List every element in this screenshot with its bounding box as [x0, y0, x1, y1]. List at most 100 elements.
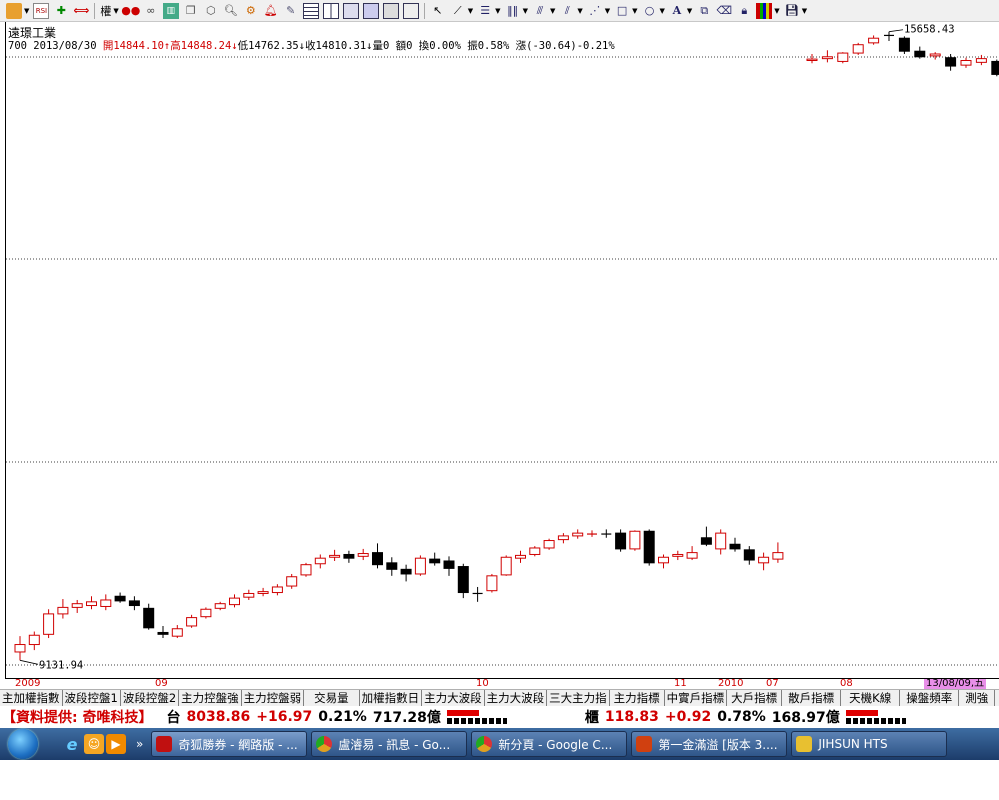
tab-indicator[interactable]: 波段控盤2: [121, 690, 180, 707]
cube-icon[interactable]: ⬡: [203, 3, 219, 19]
rect-icon[interactable]: □: [614, 3, 630, 19]
layout-b-icon[interactable]: [322, 2, 339, 19]
tab-indicator[interactable]: 主力指標: [610, 690, 665, 707]
zoom-icon[interactable]: ⚙: [243, 3, 259, 19]
candle-body: [171, 628, 183, 637]
save-icon[interactable]: 💾︎: [784, 3, 800, 19]
twse-change: +16.97: [256, 709, 313, 725]
tab-indicator[interactable]: 中實戶指標: [665, 690, 728, 707]
tab-indicator[interactable]: 主力大波段: [485, 690, 548, 707]
quicklaunch-overflow-icon[interactable]: »: [136, 737, 143, 751]
time-label: 2009: [15, 678, 41, 689]
ellipse-icon[interactable]: ○: [642, 3, 658, 19]
taskbar-item[interactable]: JIHSUN HTS: [791, 731, 948, 757]
chevron-down-icon[interactable]: ▼: [468, 7, 473, 15]
taskbar-item[interactable]: 奇狐勝券 - 網路版 - ...: [151, 731, 308, 757]
candle-body: [43, 613, 55, 635]
chart-type-icon[interactable]: ▥: [162, 2, 179, 19]
tab-indicator[interactable]: 主力控盤強: [179, 690, 242, 707]
toolbar-divider: [94, 2, 96, 19]
fib-icon[interactable]: ⋰: [587, 3, 603, 19]
rsi-icon[interactable]: RSI: [33, 2, 50, 19]
chevron-down-icon[interactable]: ▼: [605, 7, 610, 15]
taskbar-item-label: 第一金滿溢 [版本 3....: [658, 737, 778, 752]
candle-body: [772, 552, 784, 560]
candle-body: [100, 599, 112, 607]
tab-indicator[interactable]: 加權指數日: [360, 690, 423, 707]
text-icon[interactable]: A: [669, 3, 685, 19]
candle-body: [128, 600, 140, 607]
taskbar-item[interactable]: 第一金滿溢 [版本 3....: [631, 731, 788, 757]
line-icon[interactable]: ⟋: [450, 3, 466, 19]
chevron-down-icon[interactable]: ▼: [113, 7, 118, 15]
ie-icon[interactable]: e: [62, 734, 82, 754]
layout-e-icon[interactable]: [382, 2, 399, 19]
copy-draw-icon[interactable]: ⧉: [696, 3, 712, 19]
chrome-icon: [476, 736, 493, 752]
move-icon[interactable]: ✚: [53, 3, 69, 19]
candle-body: [898, 37, 910, 52]
tab-indicator[interactable]: 測強: [959, 690, 996, 707]
chevron-down-icon[interactable]: ▼: [687, 7, 692, 15]
candle-body: [343, 553, 355, 559]
chevron-down-icon[interactable]: ▼: [632, 7, 637, 15]
tab-indicator[interactable]: 散戶指標: [782, 690, 842, 707]
eye-red-icon[interactable]: ●●: [121, 3, 140, 19]
vline-icon[interactable]: ‖‖: [505, 3, 521, 19]
weight-dropdown[interactable]: 權: [100, 3, 111, 19]
candle-body: [71, 603, 83, 608]
stretch-icon[interactable]: ⟺: [73, 3, 90, 19]
tab-indicator[interactable]: 三大主力指: [547, 690, 610, 707]
chevron-down-icon[interactable]: ▼: [550, 7, 555, 15]
tab-indicator[interactable]: 操盤頻率: [900, 690, 960, 707]
twse-index: 8038.86: [186, 709, 251, 725]
magnifier-icon[interactable]: 🔍︎: [223, 3, 239, 19]
chevron-down-icon[interactable]: ▼: [660, 7, 665, 15]
twse-pct: 0.21%: [318, 709, 367, 725]
taskbar-item[interactable]: 新分頁 - Google C...: [471, 731, 628, 757]
chevron-down-icon[interactable]: ▼: [577, 7, 582, 15]
folder-icon[interactable]: [6, 2, 22, 19]
candle-body: [214, 603, 226, 609]
chevron-down-icon[interactable]: ▼: [774, 7, 779, 15]
layout-c-icon[interactable]: [342, 2, 359, 19]
chevron-down-icon[interactable]: ▼: [495, 7, 500, 15]
pen-icon[interactable]: ✎: [283, 3, 299, 19]
candle-body: [729, 543, 741, 550]
tab-indicator[interactable]: 主力大波段: [422, 690, 485, 707]
start-button[interactable]: [0, 728, 40, 760]
taskbar-item-label: 盧濬易 - 訊息 - Go...: [338, 737, 451, 752]
messenger-icon[interactable]: ☺: [84, 734, 104, 754]
taskbar-item[interactable]: 盧濬易 - 訊息 - Go...: [311, 731, 468, 757]
twse-volume-bar: [446, 710, 507, 724]
tab-indicator[interactable]: 天機K線: [841, 690, 901, 707]
parallel-icon[interactable]: ⫽: [559, 3, 575, 19]
eraser-icon[interactable]: ⌫: [716, 3, 733, 19]
tab-indicator[interactable]: 主力控盤弱: [242, 690, 305, 707]
lock-icon[interactable]: 🔒︎: [736, 3, 752, 19]
chevron-down-icon[interactable]: ▼: [24, 7, 29, 15]
hline-icon[interactable]: ☰: [477, 3, 493, 19]
alarm-icon[interactable]: 🔔︎: [263, 3, 279, 19]
chevron-down-icon[interactable]: ▼: [802, 7, 807, 15]
candle-body: [243, 592, 255, 598]
pointer-icon[interactable]: ↖: [430, 3, 446, 19]
tab-indicator[interactable]: 波段控盤1: [63, 690, 121, 707]
tab-indicator[interactable]: 主加權指數: [0, 690, 63, 707]
layout-d-icon[interactable]: [362, 2, 379, 19]
chevron-down-icon[interactable]: ▼: [523, 7, 528, 15]
eye-icon[interactable]: ∞: [143, 3, 159, 19]
candle-body: [257, 591, 269, 594]
tab-indicator[interactable]: 交易量: [304, 690, 360, 707]
candlestick-chart[interactable]: 15658.43 9131.94: [6, 22, 999, 678]
color-icon[interactable]: [756, 2, 773, 19]
media-player-icon[interactable]: ▶: [106, 734, 126, 754]
layout-f-icon[interactable]: [402, 2, 419, 19]
candle-body: [945, 57, 957, 67]
copy-icon[interactable]: ❐: [183, 3, 199, 19]
candle-body: [960, 59, 972, 66]
fan-icon[interactable]: ⫻: [532, 3, 548, 19]
tab-indicator[interactable]: 大戶指標: [727, 690, 783, 707]
chart-area[interactable]: 15658.43 9131.94 遠璟工業 700 2013/08/30 開148…: [5, 22, 999, 678]
layout-a-icon[interactable]: [302, 2, 319, 19]
